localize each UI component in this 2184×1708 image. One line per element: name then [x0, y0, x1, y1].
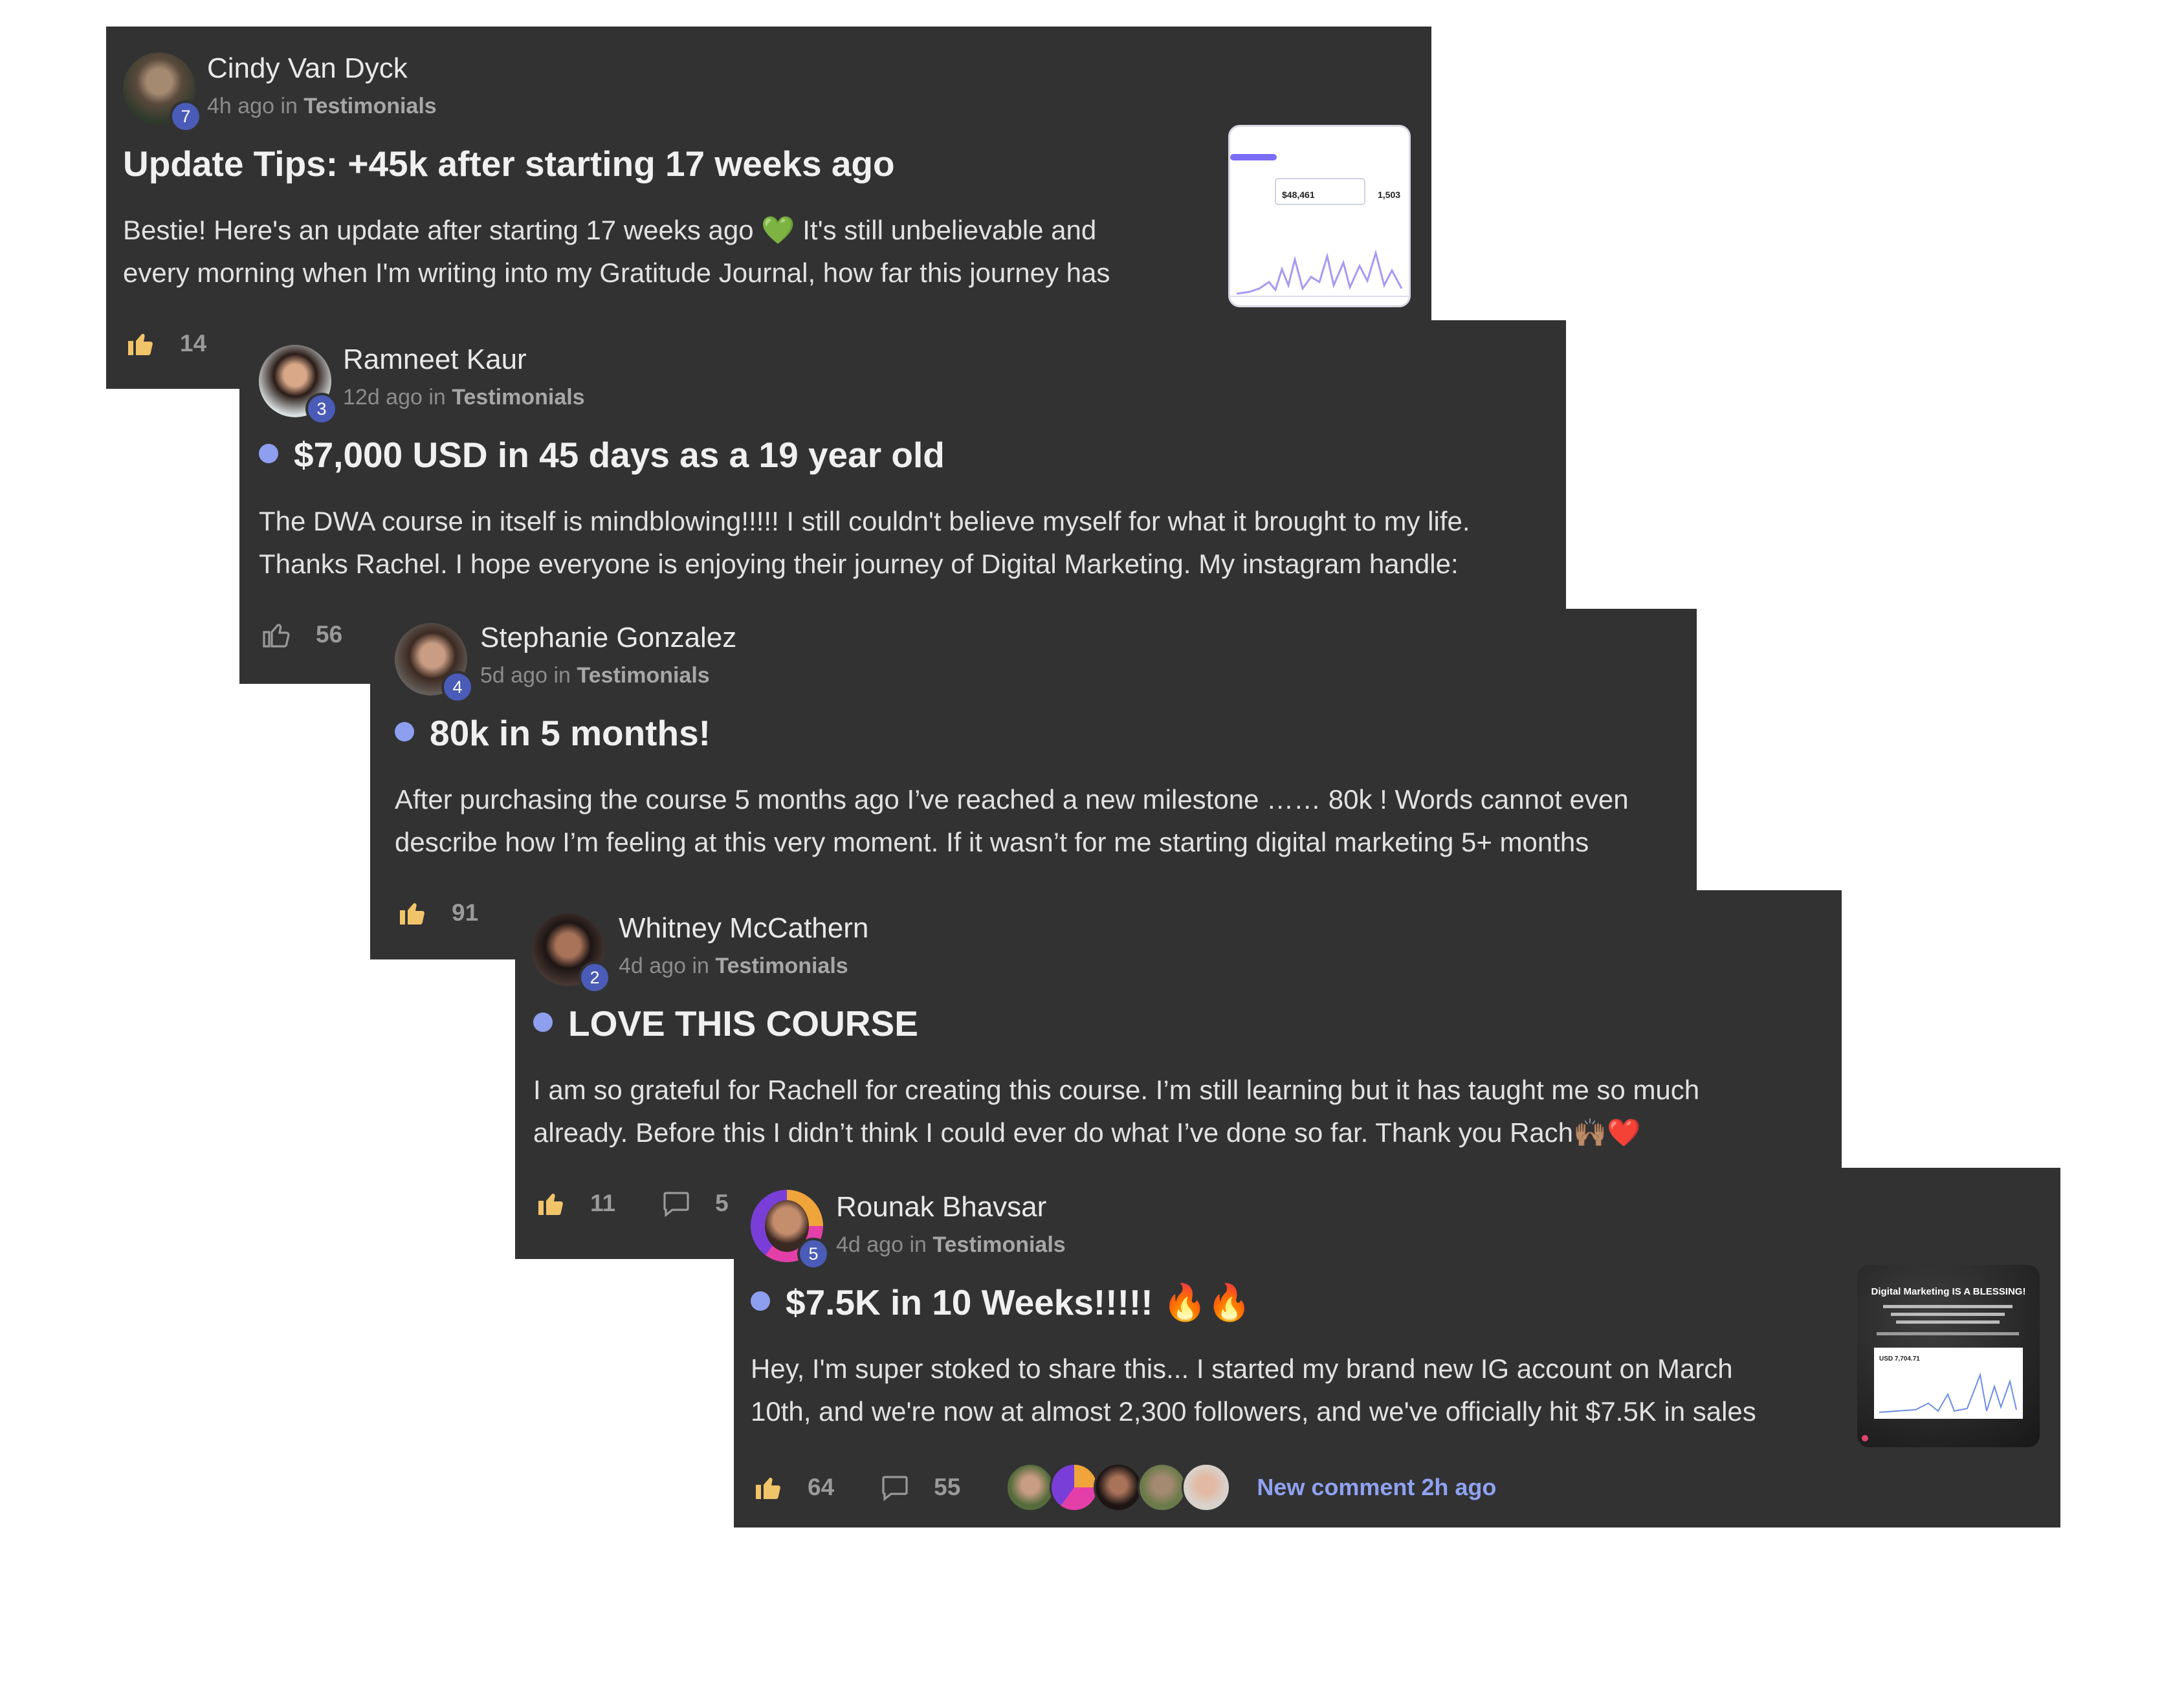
thumbs-up-icon[interactable]: [397, 897, 428, 928]
comment-count: 55: [934, 1474, 961, 1500]
chart-thumbnail-graphic: Digital Marketing IS A BLESSING! USD 7,7…: [1862, 1286, 2026, 1441]
post-title-text: LOVE THIS COURSE: [568, 1003, 918, 1044]
thumbs-up-icon[interactable]: [753, 1472, 784, 1503]
post-title[interactable]: $7,000 USD in 45 days as a 19 year old: [259, 434, 945, 476]
in-label: in: [553, 663, 571, 688]
post-excerpt[interactable]: I am so grateful for Rachell for creatin…: [533, 1069, 1699, 1154]
post-excerpt[interactable]: Hey, I'm super stoked to share this... I…: [751, 1348, 1756, 1433]
author-name[interactable]: Rounak Bhavsar: [836, 1191, 1046, 1223]
excerpt-line: After purchasing the course 5 months ago…: [395, 784, 1629, 815]
thumbs-up-icon[interactable]: [536, 1188, 567, 1219]
commenter-avatar: [1182, 1463, 1231, 1512]
avatar[interactable]: 3: [259, 345, 338, 425]
excerpt-line: Hey, I'm super stoked to share this... I…: [751, 1353, 1733, 1384]
author-name[interactable]: Whitney McCathern: [619, 912, 868, 945]
post-thumbnail[interactable]: Digital Marketing IS A BLESSING! USD 7,7…: [1857, 1265, 2040, 1447]
post-time: 5d ago: [480, 663, 547, 688]
author-name[interactable]: Ramneet Kaur: [343, 344, 527, 376]
new-comment-link[interactable]: New comment 2h ago: [1257, 1474, 1496, 1501]
post-title-text: $7,000 USD in 45 days as a 19 year old: [294, 435, 945, 475]
in-label: in: [909, 1232, 927, 1257]
thumb-heading: Digital Marketing IS A BLESSING!: [1871, 1286, 2026, 1297]
commenter-avatars[interactable]: [1006, 1463, 1231, 1512]
thumbs-up-icon[interactable]: [126, 328, 157, 359]
excerpt-line: already. Before this I didn’t think I co…: [533, 1117, 1641, 1148]
avatar[interactable]: 5: [751, 1190, 830, 1270]
comment-count: 5: [715, 1190, 729, 1216]
commenter-avatar: [1006, 1463, 1055, 1512]
like-count: 14: [180, 330, 207, 356]
post-time: 12d ago: [343, 385, 423, 410]
post-footer: 14: [126, 328, 252, 359]
unread-dot: [533, 1013, 553, 1033]
level-badge: 4: [441, 671, 474, 703]
comment-icon[interactable]: [879, 1472, 910, 1503]
post-meta: 4d ago in Testimonials: [836, 1232, 1066, 1258]
post-title[interactable]: $7.5K in 10 Weeks!!!!! 🔥🔥: [751, 1282, 1252, 1324]
chart-thumbnail-graphic: $48,461 1,503: [1230, 154, 1409, 297]
post-time: 4h ago: [207, 94, 274, 118]
in-label: in: [692, 954, 709, 978]
post-footer: 64 55 New comment 2h ago: [753, 1463, 1496, 1512]
thumb-value: USD 7,704.71: [1879, 1355, 1920, 1363]
excerpt-line: describe how I’m feeling at this very mo…: [395, 827, 1589, 857]
space-link[interactable]: Testimonials: [932, 1232, 1065, 1257]
like-count: 56: [316, 621, 343, 648]
comment-icon[interactable]: [661, 1188, 692, 1219]
post-footer: 91: [397, 897, 524, 928]
level-badge: 2: [579, 961, 611, 994]
post-excerpt[interactable]: Bestie! Here's an update after starting …: [123, 209, 1110, 294]
post-title[interactable]: 80k in 5 months!: [395, 712, 711, 754]
author-name[interactable]: Stephanie Gonzalez: [480, 622, 736, 654]
avatar[interactable]: 2: [532, 914, 611, 994]
like-count: 11: [590, 1190, 616, 1216]
level-badge: 5: [797, 1238, 830, 1270]
excerpt-line: Bestie! Here's an update after starting …: [123, 215, 1097, 245]
excerpt-line: I am so grateful for Rachell for creatin…: [533, 1075, 1700, 1105]
in-label: in: [280, 94, 298, 118]
avatar[interactable]: 7: [123, 52, 202, 133]
unread-dot: [751, 1291, 770, 1311]
commenter-avatar: [1094, 1463, 1143, 1512]
post-card[interactable]: 5 Rounak Bhavsar 4d ago in Testimonials …: [734, 1168, 2060, 1527]
commenter-avatar: [1138, 1463, 1187, 1512]
post-time: 4d ago: [836, 1232, 903, 1257]
post-excerpt[interactable]: After purchasing the course 5 months ago…: [395, 778, 1629, 864]
excerpt-line: The DWA course in itself is mindblowing!…: [259, 506, 1470, 536]
post-thumbnail[interactable]: $48,461 1,503: [1228, 125, 1411, 307]
excerpt-line: 10th, and we're now at almost 2,300 foll…: [751, 1396, 1756, 1427]
unread-dot: [395, 722, 414, 742]
in-label: in: [428, 385, 446, 410]
post-meta: 5d ago in Testimonials: [480, 663, 710, 688]
level-badge: 3: [305, 393, 338, 425]
level-badge: 7: [170, 100, 202, 133]
unread-dot: [259, 444, 278, 464]
post-excerpt[interactable]: The DWA course in itself is mindblowing!…: [259, 500, 1470, 586]
excerpt-line: every morning when I'm writing into my G…: [123, 257, 1110, 288]
post-title[interactable]: Update Tips: +45k after starting 17 week…: [123, 143, 895, 184]
commenter-avatar: [1050, 1463, 1099, 1512]
thumb-value-1: $48,461: [1282, 190, 1315, 200]
space-link[interactable]: Testimonials: [452, 385, 584, 410]
thumbs-up-icon[interactable]: [261, 619, 292, 650]
post-time: 4d ago: [619, 954, 686, 978]
post-meta: 4h ago in Testimonials: [207, 94, 437, 119]
space-link[interactable]: Testimonials: [303, 94, 436, 118]
like-count: 64: [808, 1474, 835, 1500]
post-title-text: 80k in 5 months!: [430, 713, 711, 753]
like-count: 91: [452, 899, 479, 926]
post-meta: 4d ago in Testimonials: [619, 954, 848, 979]
post-meta: 12d ago in Testimonials: [343, 385, 585, 410]
space-link[interactable]: Testimonials: [715, 954, 848, 978]
post-footer: 56: [261, 619, 388, 650]
space-link[interactable]: Testimonials: [577, 663, 709, 688]
thumb-value-2: 1,503: [1378, 190, 1400, 200]
author-name[interactable]: Cindy Van Dyck: [207, 52, 408, 85]
avatar[interactable]: 4: [395, 623, 474, 703]
post-title[interactable]: LOVE THIS COURSE: [533, 1003, 918, 1044]
post-title-text: $7.5K in 10 Weeks!!!!! 🔥🔥: [786, 1282, 1252, 1322]
excerpt-line: Thanks Rachel. I hope everyone is enjoyi…: [259, 549, 1459, 579]
